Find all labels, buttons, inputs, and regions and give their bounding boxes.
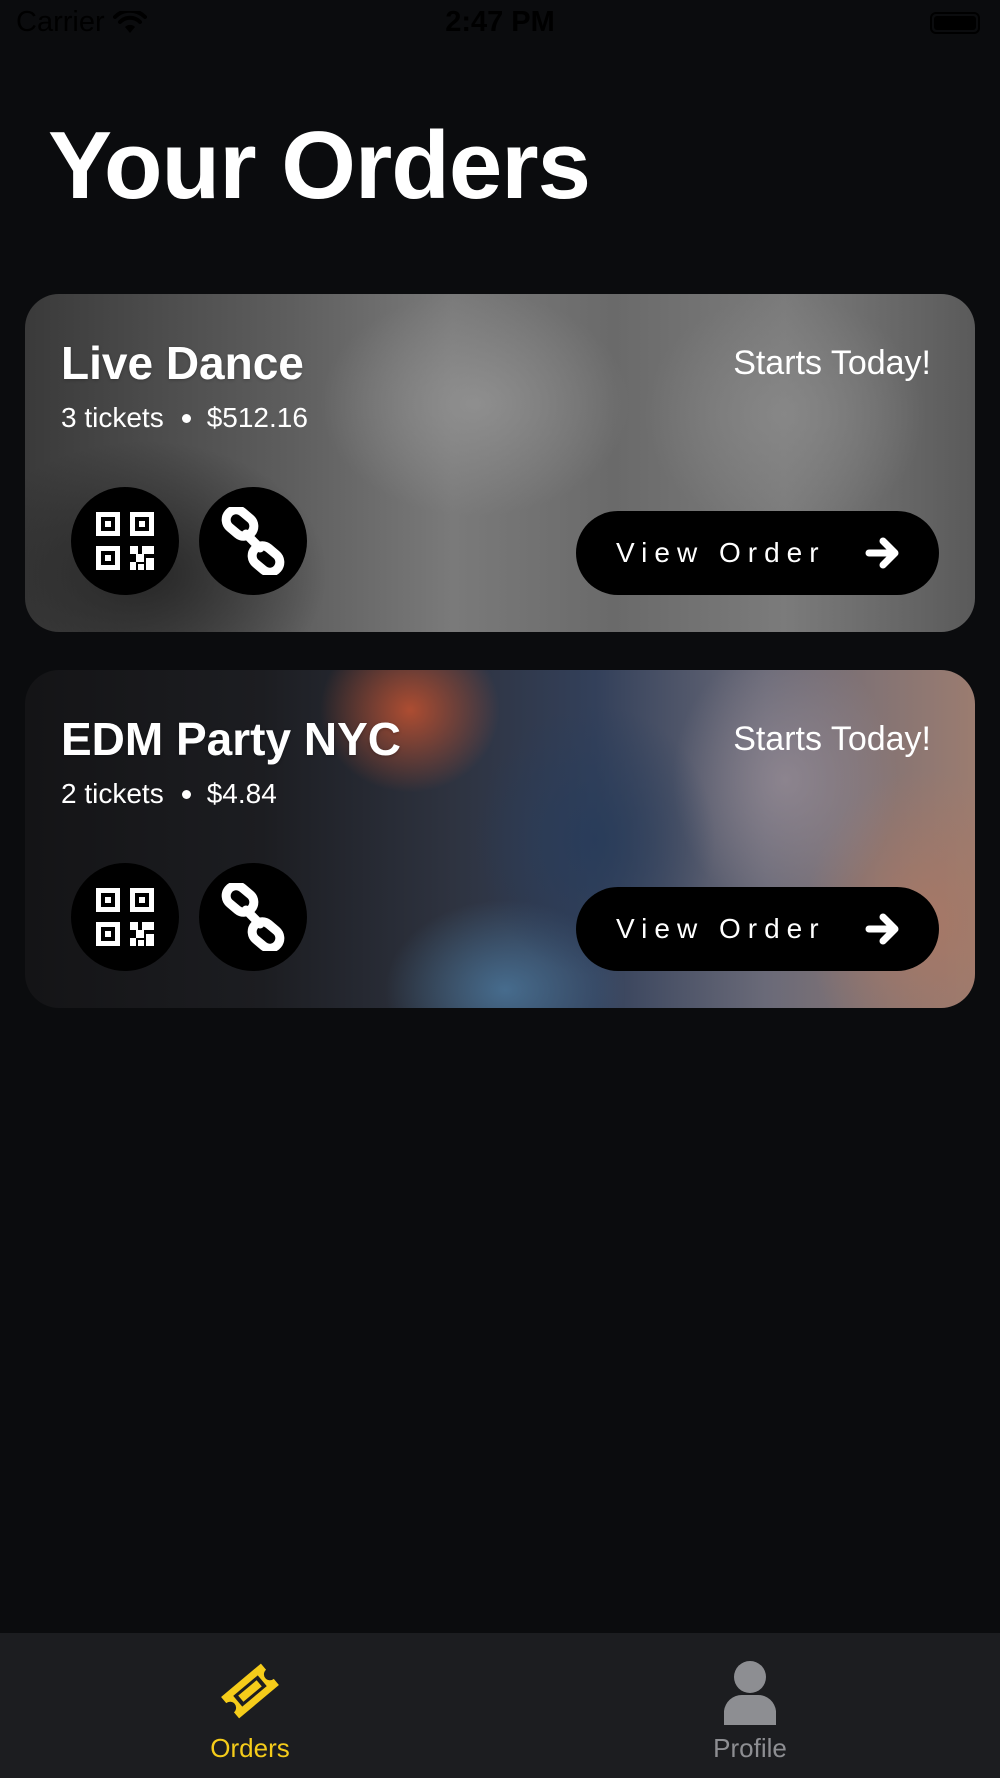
- link-icon: [221, 507, 285, 575]
- separator-dot: [181, 789, 191, 799]
- qr-code-icon: [96, 888, 154, 946]
- battery-icon: [930, 12, 980, 34]
- order-title: Live Dance: [61, 337, 304, 389]
- arrow-right-icon: [865, 913, 899, 945]
- order-price: $4.84: [206, 778, 277, 809]
- order-meta: 3 tickets $512.16: [61, 402, 308, 434]
- qr-code-icon: [96, 512, 154, 570]
- share-link-button[interactable]: [199, 487, 307, 595]
- view-order-label: View Order: [616, 537, 826, 568]
- ticket-icon: [221, 1663, 279, 1719]
- qr-code-button[interactable]: [71, 487, 179, 595]
- tab-bar: Orders Profile: [0, 1633, 1000, 1778]
- start-label: Starts Today!: [733, 344, 931, 382]
- order-card[interactable]: Live Dance 3 tickets $512.16 Starts Toda…: [25, 294, 975, 632]
- start-label: Starts Today!: [733, 720, 931, 758]
- tab-profile-label: Profile: [713, 1733, 787, 1763]
- order-meta: 2 tickets $4.84: [61, 778, 277, 810]
- order-card[interactable]: EDM Party NYC 2 tickets $4.84 Starts Tod…: [25, 670, 975, 1008]
- tab-profile[interactable]: Profile: [500, 1633, 1000, 1778]
- qr-code-button[interactable]: [71, 863, 179, 971]
- ticket-count: 2 tickets: [61, 778, 164, 809]
- arrow-right-icon: [865, 537, 899, 569]
- view-order-button[interactable]: View Order: [576, 887, 939, 971]
- link-icon: [221, 883, 285, 951]
- orders-screen: Carrier 2:47 PM Your Orders Live Dance 3…: [0, 0, 1000, 1778]
- person-icon: [724, 1661, 776, 1725]
- view-order-label: View Order: [616, 913, 826, 944]
- order-price: $512.16: [206, 402, 308, 433]
- ticket-count: 3 tickets: [61, 402, 164, 433]
- tab-orders-label: Orders: [210, 1733, 290, 1763]
- share-link-button[interactable]: [199, 863, 307, 971]
- view-order-button[interactable]: View Order: [576, 511, 939, 595]
- page-title: Your Orders: [48, 112, 591, 219]
- status-bar: Carrier 2:47 PM: [0, 0, 1000, 50]
- order-title: EDM Party NYC: [61, 713, 401, 765]
- separator-dot: [181, 413, 191, 423]
- status-time: 2:47 PM: [445, 6, 555, 38]
- tab-orders[interactable]: Orders: [0, 1633, 500, 1778]
